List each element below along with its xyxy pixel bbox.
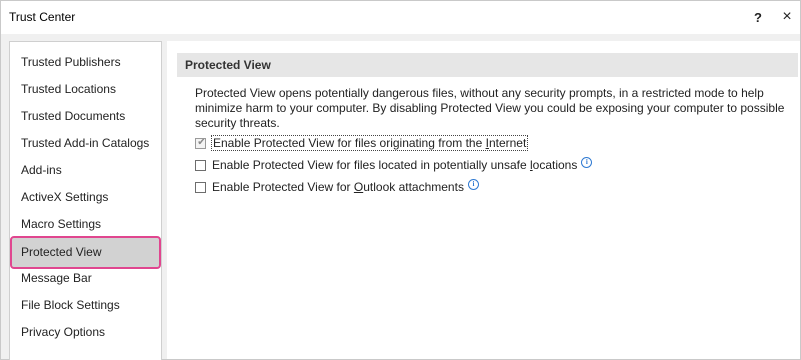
internet-files-checkbox[interactable]: ✔: [195, 136, 206, 149]
option-unsafe-locations[interactable]: Enable Protected View for files located …: [195, 156, 593, 174]
option-outlook-attachments[interactable]: Enable Protected View for Outlook attach…: [195, 178, 479, 196]
close-button[interactable]: ×: [775, 6, 799, 28]
info-icon[interactable]: i: [467, 178, 479, 190]
section-header: Protected View: [177, 53, 798, 77]
info-icon[interactable]: i: [581, 156, 593, 168]
sidebar-item-file-block-settings[interactable]: File Block Settings: [12, 292, 159, 318]
sidebar-item-trusted-add-in-catalogs[interactable]: Trusted Add-in Catalogs: [12, 130, 159, 156]
sidebar-item-trusted-locations[interactable]: Trusted Locations: [12, 76, 159, 102]
sidebar-item-macro-settings[interactable]: Macro Settings: [12, 211, 159, 237]
outlook-attachments-checkbox[interactable]: [195, 181, 206, 193]
unsafe-locations-checkbox[interactable]: [195, 159, 206, 171]
sidebar-item-activex-settings[interactable]: ActiveX Settings: [12, 184, 159, 210]
help-button[interactable]: ?: [746, 6, 770, 28]
sidebar-item-trusted-documents[interactable]: Trusted Documents: [12, 103, 159, 129]
settings-panel: Protected View Protected View opens pote…: [167, 41, 800, 359]
sidebar: Trusted Publishers Trusted Locations Tru…: [9, 41, 162, 360]
sidebar-item-protected-view[interactable]: Protected View: [10, 236, 161, 269]
sidebar-item-add-ins[interactable]: Add-ins: [12, 157, 159, 183]
section-description: Protected View opens potentially dangero…: [195, 86, 785, 130]
checkmark-icon: ✔: [197, 136, 206, 148]
sidebar-item-privacy-options[interactable]: Privacy Options: [12, 319, 159, 345]
title-bar: Trust Center ? ×: [1, 1, 800, 34]
sidebar-item-message-bar[interactable]: Message Bar: [12, 265, 159, 291]
trust-center-dialog: Trust Center ? × Trusted Publishers Trus…: [0, 0, 801, 360]
sidebar-item-trusted-publishers[interactable]: Trusted Publishers: [12, 49, 159, 75]
dialog-body: Trusted Publishers Trusted Locations Tru…: [1, 34, 800, 360]
unsafe-locations-label: Enable Protected View for files located …: [212, 158, 578, 172]
internet-files-label: Enable Protected View for files originat…: [210, 135, 529, 151]
outlook-attachments-label: Enable Protected View for Outlook attach…: [212, 180, 464, 194]
dialog-title: Trust Center: [9, 10, 76, 24]
option-internet-files[interactable]: ✔ Enable Protected View for files origin…: [195, 134, 529, 152]
